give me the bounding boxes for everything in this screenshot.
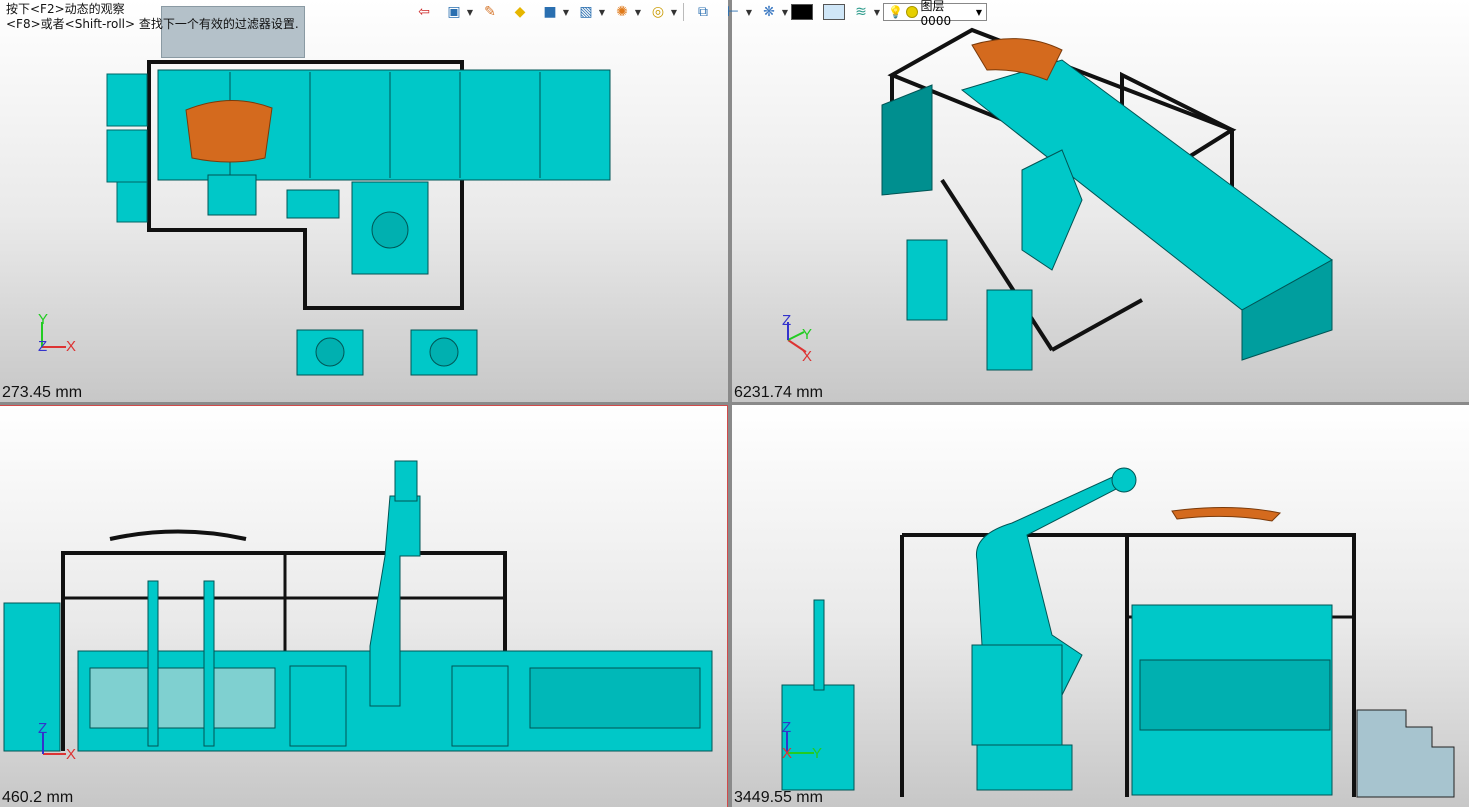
axis-y-label: Y (802, 326, 813, 343)
layers-icon[interactable]: ≋ (847, 1, 875, 23)
palette-icon[interactable]: ❋ (755, 1, 783, 23)
view-icon[interactable]: ▣ (440, 1, 468, 23)
chevron-down-icon[interactable]: ▼ (634, 8, 642, 17)
axis-z-label: Z (38, 720, 48, 737)
exit-icon[interactable]: ⇦ (410, 1, 438, 23)
scale-label-top: 273.45 mm (2, 384, 83, 401)
background-swatch[interactable] (823, 4, 845, 20)
front-view-scene (3, 460, 713, 755)
measure-icon[interactable]: ⊢ (719, 1, 747, 23)
section-icon[interactable]: ⧉ (689, 1, 717, 23)
zoom-icon[interactable]: ◎ (644, 1, 672, 23)
side-view-scene (781, 467, 1455, 798)
chevron-down-icon[interactable]: ▼ (873, 8, 881, 17)
viewport-front[interactable]: Z X 460.2 mm (0, 405, 728, 807)
render-icon[interactable]: ✺ (608, 1, 636, 23)
axis-x-label: X (802, 348, 813, 365)
view-toolbar: ⇦ ▣ ▼ ✎ ◆ ■ ▼ ▧ ▼ ✺ ▼ ◎ ▼ ⧉ ⊢ ▼ ❋ ▼ ≋ ▼ … (410, 0, 987, 28)
bulb-icon: 💡 (888, 5, 903, 19)
axis-x-label: X (66, 746, 77, 763)
chevron-down-icon[interactable]: ▼ (781, 8, 789, 17)
hint-line-2: <F8>或者<Shift-roll> 查找下一个有效的过滤器设置. (6, 17, 299, 31)
layer-status-icon (905, 6, 918, 18)
axis-x-label: X (66, 338, 77, 355)
viewport-divider-horizontal[interactable] (0, 402, 1469, 405)
chevron-down-icon[interactable]: ▼ (745, 8, 753, 17)
chevron-down-icon: ▼ (975, 7, 982, 17)
layer-select[interactable]: 💡 图层0000 ▼ (883, 0, 987, 28)
axis-z-label: Z (782, 719, 792, 736)
top-view-scene (41, 60, 611, 376)
viewport-iso[interactable]: Z Y X 6231.74 mm (732, 0, 1469, 402)
hint-line-1: 按下<F2>动态的观察 (6, 2, 125, 16)
color-swatch[interactable] (791, 4, 813, 20)
chevron-down-icon[interactable]: ▼ (562, 8, 570, 17)
chevron-down-icon[interactable]: ▼ (466, 8, 474, 17)
axis-y-label: Y (812, 745, 823, 762)
box-top-icon[interactable]: ◆ (506, 1, 534, 23)
chevron-down-icon[interactable]: ▼ (670, 8, 678, 17)
box-front-icon[interactable]: ▧ (572, 1, 600, 23)
axis-x-label: X (782, 745, 793, 762)
viewport-top[interactable]: 按下<F2>动态的观察 <F8>或者<Shift-roll> 查找下一个有效的过… (0, 0, 728, 402)
layer-name: 图层0000 (920, 0, 952, 28)
iso-view-scene (787, 27, 1333, 371)
toolbar-separator (683, 3, 684, 21)
scale-label-iso: 6231.74 mm (734, 384, 823, 401)
axis-z-label: Z (782, 312, 792, 329)
axis-z-label: Z (38, 338, 48, 355)
scale-label-front: 460.2 mm (2, 789, 74, 806)
pen-icon[interactable]: ✎ (476, 1, 504, 23)
scale-label-side: 3449.55 mm (734, 789, 823, 806)
viewport-side[interactable]: Z Y X 3449.55 mm (732, 405, 1469, 807)
chevron-down-icon[interactable]: ▼ (598, 8, 606, 17)
box-icon[interactable]: ■ (536, 1, 564, 23)
hint-highlight (161, 6, 305, 58)
axis-y-label: Y (38, 311, 49, 328)
